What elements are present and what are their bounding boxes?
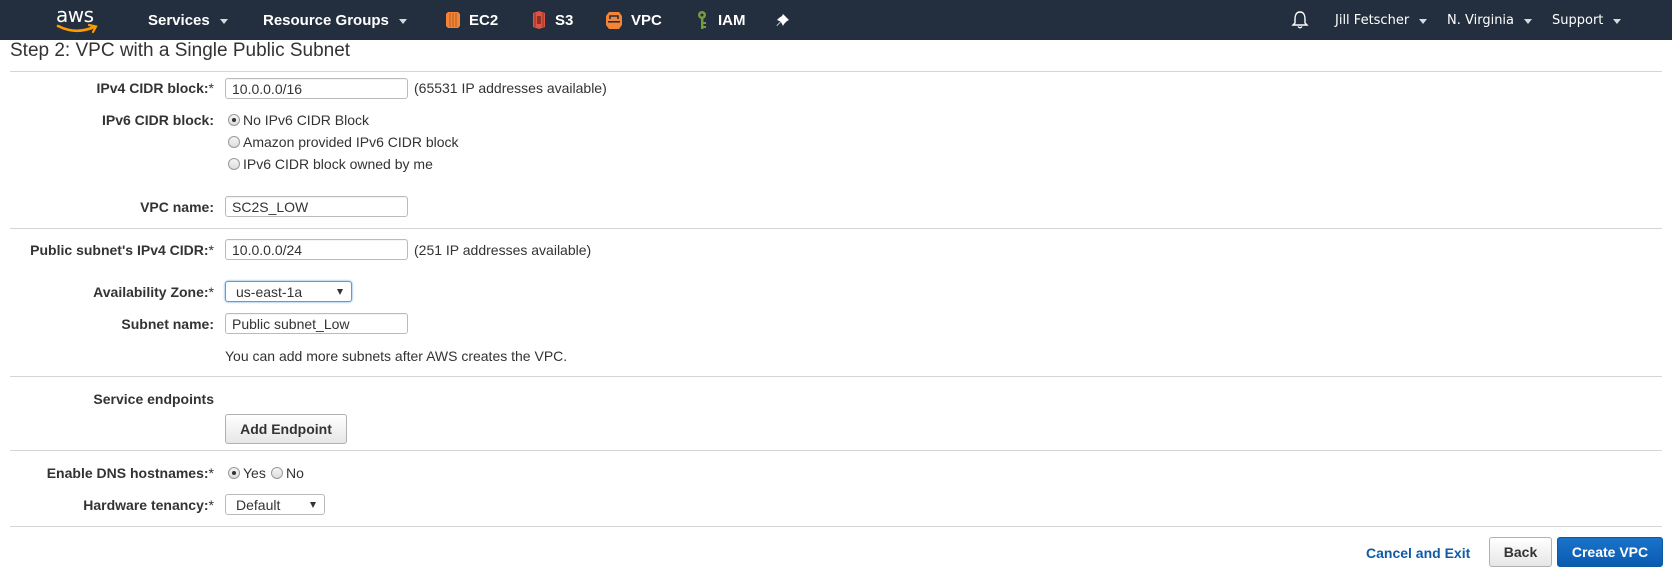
shortcut-label: S3 <box>555 11 574 29</box>
chevron-down-icon <box>1524 18 1533 24</box>
required-marker: * <box>208 465 214 481</box>
required-marker: * <box>208 284 214 300</box>
ipv4-cidr-input[interactable] <box>225 78 408 99</box>
subnet-cidr-hint: (251 IP addresses available) <box>414 242 592 258</box>
services-label: Services <box>148 11 210 29</box>
support-label: Support <box>1552 12 1604 28</box>
shortcut-vpc[interactable]: VPC <box>605 0 662 40</box>
option-label: No <box>286 465 304 481</box>
ipv4-cidr-label: IPv4 CIDR block:* <box>97 80 214 96</box>
ipv4-cidr-hint: (65531 IP addresses available) <box>414 80 607 96</box>
shortcut-iam[interactable]: IAM <box>696 0 746 40</box>
radio-button[interactable] <box>228 136 240 148</box>
select-value: us-east-1a <box>236 284 303 300</box>
label-text: Enable DNS hostnames: <box>46 465 209 481</box>
page-title: Step 2: VPC with a Single Public Subnet <box>10 40 351 61</box>
ipv6-option-owned[interactable]: IPv6 CIDR block owned by me <box>228 156 433 172</box>
label-text: Hardware tenancy: <box>83 497 209 513</box>
vpc-name-input[interactable] <box>225 196 408 217</box>
select-value: Default <box>236 497 281 513</box>
chevron-down-icon <box>1419 18 1428 24</box>
label-text: Availability Zone: <box>93 284 209 300</box>
shortcut-label: VPC <box>631 11 662 29</box>
required-marker: * <box>208 80 214 96</box>
chevron-down-icon <box>398 18 407 24</box>
support-menu[interactable]: Support <box>1552 0 1622 40</box>
radio-button[interactable] <box>228 158 240 170</box>
chevron-down-icon <box>1613 18 1622 24</box>
user-name: Jill Fetscher <box>1335 12 1410 28</box>
radio-button-selected[interactable] <box>228 114 240 126</box>
services-menu[interactable]: Services <box>148 0 228 40</box>
shortcut-label: IAM <box>718 11 746 29</box>
pin-icon <box>776 14 789 26</box>
pin-shortcuts-button[interactable] <box>776 0 790 40</box>
region-menu[interactable]: N. Virginia <box>1447 0 1533 40</box>
vpc-name-label: VPC name: <box>140 199 214 215</box>
s3-icon <box>533 11 545 29</box>
required-marker: * <box>208 242 214 258</box>
iam-key-icon <box>698 11 706 29</box>
divider <box>10 450 1662 451</box>
divider <box>10 526 1662 527</box>
add-endpoint-button[interactable]: Add Endpoint <box>225 414 347 444</box>
option-label: No IPv6 CIDR Block <box>243 112 370 128</box>
option-label: IPv6 CIDR block owned by me <box>243 156 433 172</box>
availability-zone-label: Availability Zone:* <box>93 284 214 300</box>
subnet-name-label: Subnet name: <box>121 316 214 332</box>
dns-option-no[interactable]: No <box>271 465 304 481</box>
chevron-down-icon <box>219 18 228 24</box>
ec2-icon <box>446 12 460 28</box>
ipv6-option-none[interactable]: No IPv6 CIDR Block <box>228 112 369 128</box>
hardware-tenancy-select[interactable]: Default <box>225 494 325 515</box>
divider <box>10 376 1662 377</box>
resource-groups-menu[interactable]: Resource Groups <box>263 0 407 40</box>
label-text: Public subnet's IPv4 CIDR: <box>30 242 209 258</box>
subnet-note: You can add more subnets after AWS creat… <box>225 348 568 364</box>
user-menu[interactable]: Jill Fetscher <box>1335 0 1428 40</box>
bell-icon <box>1291 11 1309 29</box>
top-navigation-bar: aws Services Resource Groups EC2 S3 VPC … <box>0 0 1672 40</box>
cancel-and-exit-link[interactable]: Cancel and Exit <box>1366 545 1470 561</box>
service-endpoints-label: Service endpoints <box>93 391 214 407</box>
required-marker: * <box>208 497 214 513</box>
shortcut-s3[interactable]: S3 <box>531 0 573 40</box>
divider <box>10 228 1662 229</box>
dropdown-arrow-icon <box>337 289 343 295</box>
notifications-button[interactable] <box>1291 0 1309 40</box>
option-label: Amazon provided IPv6 CIDR block <box>243 134 459 150</box>
aws-logo[interactable]: aws <box>54 3 104 37</box>
divider <box>10 71 1662 72</box>
shortcut-ec2[interactable]: EC2 <box>445 0 498 40</box>
subnet-name-input[interactable] <box>225 313 408 334</box>
dropdown-arrow-icon <box>310 502 316 508</box>
vpc-icon <box>606 12 622 29</box>
radio-button-selected[interactable] <box>228 467 240 479</box>
label-text: IPv4 CIDR block: <box>96 80 209 96</box>
dns-option-yes[interactable]: Yes <box>228 465 266 481</box>
radio-button[interactable] <box>271 467 283 479</box>
aws-smile-icon <box>56 23 98 34</box>
subnet-cidr-input[interactable] <box>225 239 408 260</box>
ipv6-option-amazon[interactable]: Amazon provided IPv6 CIDR block <box>228 134 459 150</box>
create-vpc-button[interactable]: Create VPC <box>1557 537 1663 567</box>
option-label: Yes <box>243 465 266 481</box>
hardware-tenancy-label: Hardware tenancy:* <box>83 497 214 513</box>
ipv6-cidr-label: IPv6 CIDR block: <box>101 112 214 128</box>
resource-groups-label: Resource Groups <box>263 11 389 29</box>
dns-hostnames-label: Enable DNS hostnames:* <box>47 465 214 481</box>
region-name: N. Virginia <box>1447 12 1515 28</box>
shortcut-label: EC2 <box>469 11 499 29</box>
availability-zone-select[interactable]: us-east-1a <box>225 281 352 302</box>
subnet-cidr-label: Public subnet's IPv4 CIDR:* <box>30 242 214 258</box>
back-button[interactable]: Back <box>1489 537 1552 567</box>
